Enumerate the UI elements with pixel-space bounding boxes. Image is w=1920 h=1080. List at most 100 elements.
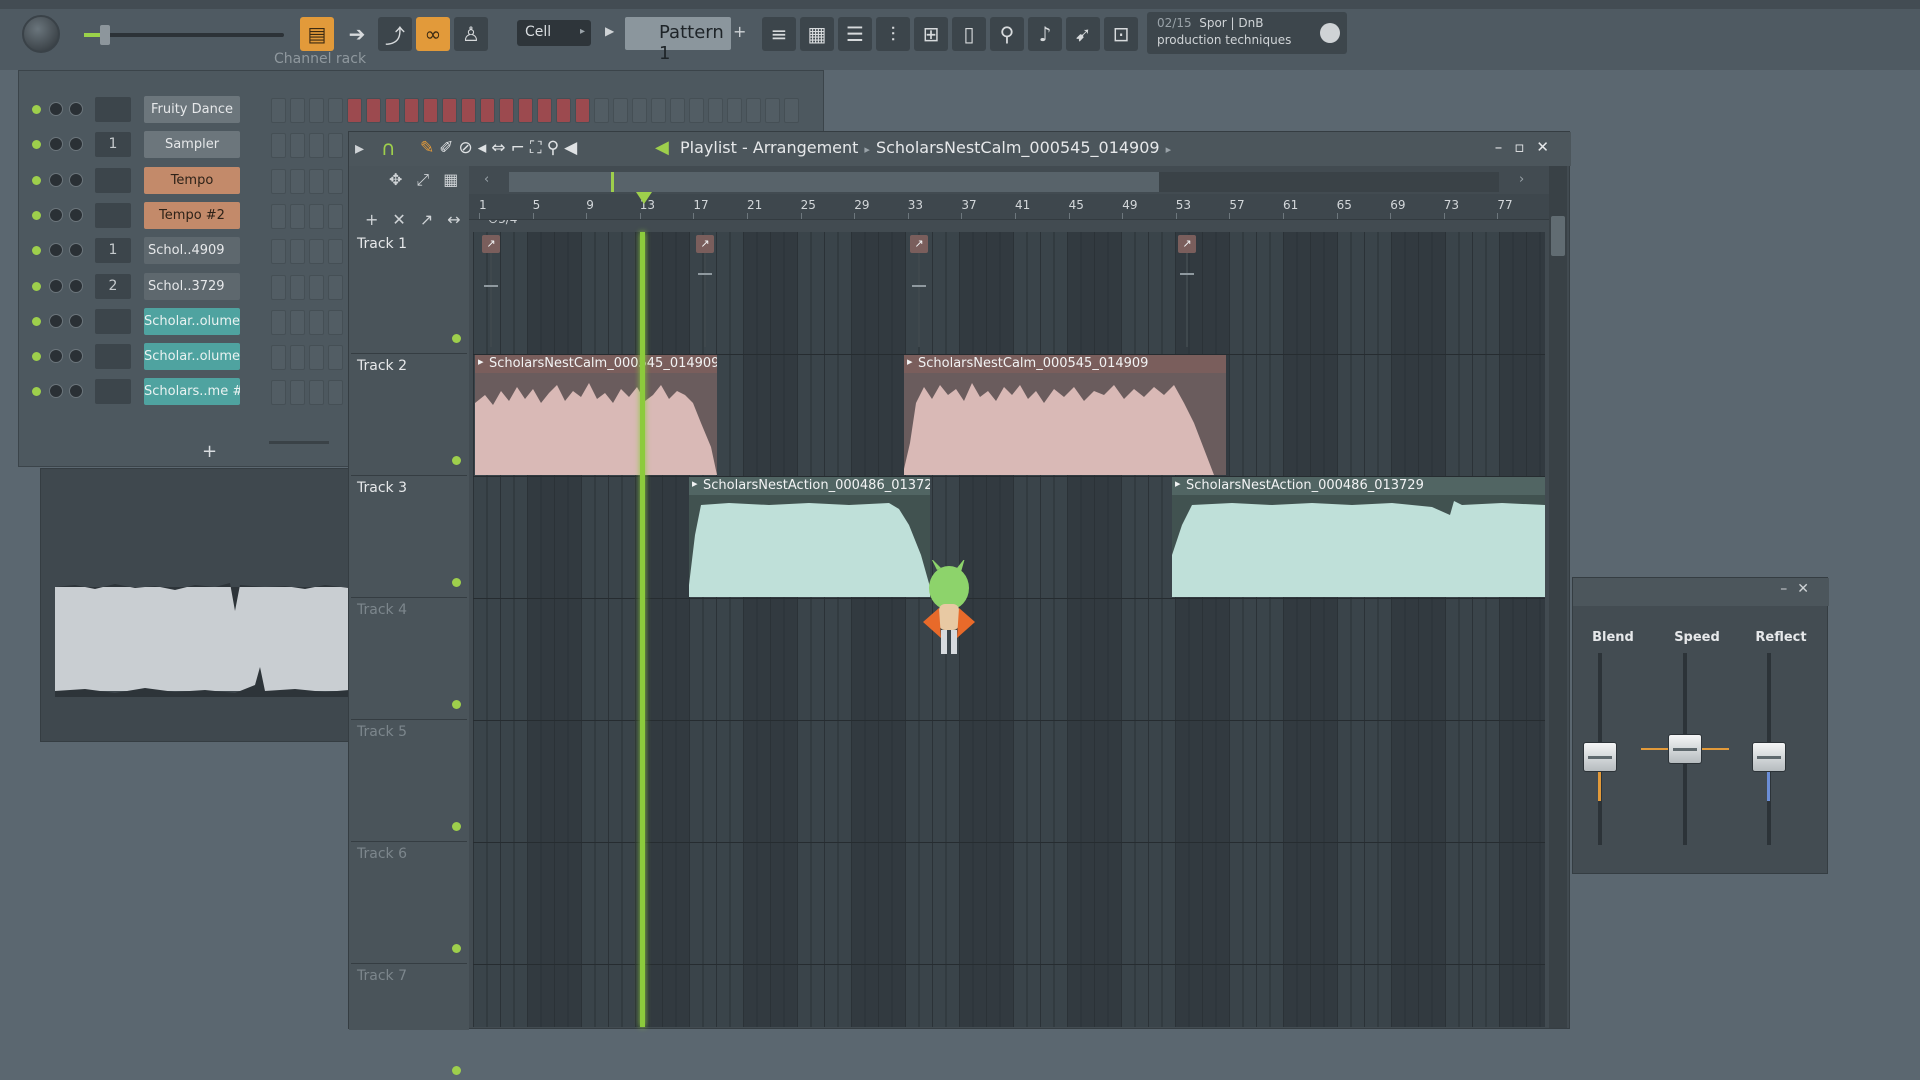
channel-mixer-track[interactable]: 1 [95, 238, 131, 264]
browser-icon[interactable]: ☰ [838, 17, 872, 51]
channel-pan-knob[interactable] [49, 172, 63, 187]
channel-pan-knob[interactable] [49, 313, 63, 328]
fx-titlebar[interactable]: –✕ [1573, 578, 1829, 606]
automation-clip[interactable]: ↗ [695, 235, 715, 347]
globe-icon[interactable] [1320, 23, 1340, 43]
link-track-icon[interactable]: ↗ [420, 210, 447, 229]
master-volume-knob[interactable] [22, 15, 60, 53]
audio-clip-action-1[interactable]: ScholarsNestAction_000486_013729 [689, 477, 930, 597]
channel-row[interactable]: Fruity Dance [19, 93, 819, 128]
channel-enable-led[interactable] [32, 246, 41, 256]
step-button[interactable] [309, 98, 324, 123]
add-track-icon[interactable]: + [365, 210, 392, 229]
minimize-icon[interactable]: – [1495, 138, 1515, 156]
channel-name-button[interactable]: Scholars..me #2 [144, 378, 240, 406]
stamp-icon[interactable]: ♙ [454, 17, 488, 51]
step-button[interactable] [537, 98, 552, 123]
step-button[interactable] [784, 98, 799, 123]
step-button[interactable] [328, 239, 343, 265]
song-position-marker[interactable] [636, 192, 652, 204]
step-button[interactable] [613, 98, 628, 123]
playhead[interactable] [640, 232, 645, 1027]
step-button[interactable] [461, 98, 476, 123]
vertical-scrollbar[interactable] [1549, 166, 1567, 1028]
step-button[interactable] [366, 98, 381, 123]
step-button[interactable] [328, 98, 343, 123]
maximize-icon[interactable]: ▫ [1514, 138, 1536, 156]
step-button[interactable] [442, 98, 457, 123]
channel-volume-knob[interactable] [69, 207, 83, 222]
track-header[interactable]: Track 7 [351, 964, 467, 1080]
channel-volume-knob[interactable] [69, 349, 83, 364]
step-button[interactable] [347, 98, 362, 123]
channel-volume-knob[interactable] [69, 313, 83, 328]
master-pitch-slider[interactable] [84, 25, 284, 45]
step-button[interactable] [499, 98, 514, 123]
step-button[interactable] [309, 239, 324, 265]
channel-name-button[interactable]: Tempo [144, 166, 240, 194]
playlist-tools[interactable]: ✎✐⊘◂⇔⌐⛶⚲◀ [420, 138, 582, 158]
step-button[interactable] [632, 98, 647, 123]
channel-volume-knob[interactable] [69, 384, 83, 399]
channel-enable-led[interactable] [32, 175, 41, 185]
step-button[interactable] [290, 380, 305, 406]
hint-panel[interactable]: 02/15 Spor | DnB production techniques [1147, 12, 1347, 54]
scroll-left-icon[interactable]: ‹ [484, 172, 489, 187]
step-button[interactable] [309, 309, 324, 335]
channel-pan-knob[interactable] [49, 384, 63, 399]
add-channel-button[interactable]: + [202, 441, 217, 462]
channel-enable-led[interactable] [32, 387, 41, 397]
plugin-icon[interactable]: ⚲ [990, 17, 1024, 51]
overview-scrollbar[interactable] [509, 172, 1499, 192]
step-button[interactable] [309, 203, 324, 229]
automation-clip[interactable]: ↗ [1177, 235, 1197, 347]
tuning-icon[interactable]: ♪ [1028, 17, 1062, 51]
close-icon[interactable]: ✕ [1797, 581, 1819, 597]
zoom-icon[interactable]: ⚲ [547, 138, 564, 158]
track-enable-led[interactable] [452, 944, 461, 953]
bar-ruler[interactable]: 1 5 9 13 17 21 25 29 33 37 41 45 49 53 57 61 65 69 73 77 [469, 194, 1549, 220]
step-button[interactable] [271, 98, 286, 123]
pencil-icon[interactable]: ✎ [420, 138, 439, 158]
step-button[interactable] [328, 309, 343, 335]
step-button[interactable] [271, 133, 286, 159]
channel-volume-knob[interactable] [69, 278, 83, 293]
step-button[interactable] [556, 98, 571, 123]
arrangement-grid[interactable]: ↗ ↗ ↗ ↗ ScholarsNestCalm_000545_014909 S… [473, 232, 1545, 1027]
step-button[interactable] [670, 98, 685, 123]
mixer-icon[interactable]: ⫶ [876, 17, 910, 51]
step-button[interactable] [290, 345, 305, 371]
slip-icon[interactable]: ⇔ [491, 138, 510, 158]
step-button[interactable] [309, 345, 324, 371]
step-button[interactable] [309, 168, 324, 194]
step-button[interactable] [271, 345, 286, 371]
step-button[interactable] [328, 380, 343, 406]
step-button[interactable] [594, 98, 609, 123]
track-enable-led[interactable] [452, 578, 461, 587]
step-button[interactable] [385, 98, 400, 123]
channel-enable-led[interactable] [32, 316, 41, 326]
step-button[interactable] [290, 309, 305, 335]
channel-name-button[interactable]: Tempo #2 [144, 201, 240, 229]
channel-name-button[interactable]: Sampler [144, 131, 240, 159]
window-controls[interactable]: –▫✕ [1495, 138, 1561, 156]
step-button[interactable] [271, 203, 286, 229]
move-icon[interactable]: ✥ [389, 170, 416, 189]
step-button[interactable] [290, 133, 305, 159]
cart-icon[interactable]: ⊡ [1104, 17, 1138, 51]
step-button[interactable] [271, 274, 286, 300]
playlist-toolbar-3[interactable]: +✕↗↔ [365, 210, 475, 229]
stepseq-icon[interactable]: ▦ [800, 17, 834, 51]
track-header[interactable]: Track 1 [351, 232, 467, 354]
step-button[interactable] [328, 274, 343, 300]
template-icon[interactable]: ▯ [952, 17, 986, 51]
playback-icon[interactable]: ◀ [564, 138, 582, 158]
channel-volume-knob[interactable] [69, 102, 83, 116]
reflect-fader[interactable] [1752, 742, 1786, 772]
step-button[interactable] [328, 203, 343, 229]
playlist-toolbar-2[interactable]: ✥⤢▦ [389, 170, 472, 190]
speaker-icon[interactable]: ◀ [655, 137, 669, 158]
channel-pan-knob[interactable] [49, 243, 63, 258]
step-button[interactable] [746, 98, 761, 123]
scroll-right-icon[interactable]: › [1519, 172, 1524, 187]
